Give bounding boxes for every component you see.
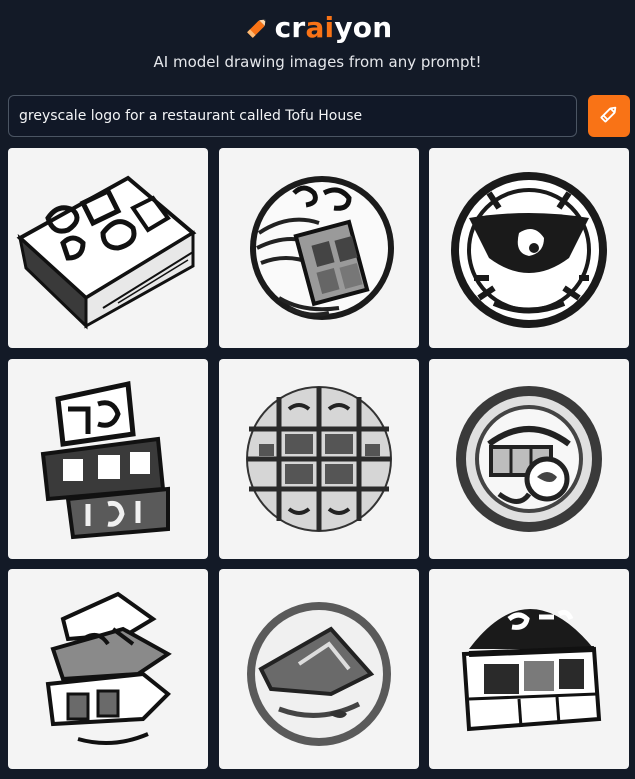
circle-logo-illustration <box>451 172 607 328</box>
box-logo-illustration <box>16 175 197 330</box>
prompt-row: greyscale logo for a restaurant called T… <box>8 95 630 137</box>
result-image-7[interactable] <box>8 569 208 769</box>
app-subtitle: AI model drawing images from any prompt! <box>153 53 482 71</box>
pencil-icon <box>598 103 620 129</box>
result-image-9[interactable] <box>429 569 629 769</box>
circle-logo-illustration <box>250 176 394 320</box>
pencil-icon <box>243 14 271 42</box>
circle-logo-illustration <box>247 602 391 746</box>
prompt-text: greyscale logo for a restaurant called T… <box>19 108 363 124</box>
results-grid <box>8 148 630 773</box>
result-image-4[interactable] <box>8 359 208 559</box>
chest-sketch-illustration <box>461 609 602 732</box>
result-image-5[interactable] <box>219 359 419 559</box>
prompt-input[interactable]: greyscale logo for a restaurant called T… <box>8 95 577 137</box>
result-image-6[interactable] <box>429 359 629 559</box>
app-logo[interactable]: craiyon <box>275 14 393 42</box>
grid-sphere-illustration <box>246 386 392 532</box>
draw-button[interactable] <box>588 95 630 137</box>
result-image-8[interactable] <box>219 569 419 769</box>
result-image-3[interactable] <box>429 148 629 348</box>
house-sketch-illustration <box>45 591 172 745</box>
result-image-2[interactable] <box>219 148 419 348</box>
result-image-1[interactable] <box>8 148 208 348</box>
stacked-blocks-illustration <box>40 380 170 540</box>
app-header: craiyon <box>0 8 635 48</box>
craiyon-page: craiyon AI model drawing images from any… <box>0 0 635 779</box>
circle-logo-illustration <box>456 386 602 532</box>
